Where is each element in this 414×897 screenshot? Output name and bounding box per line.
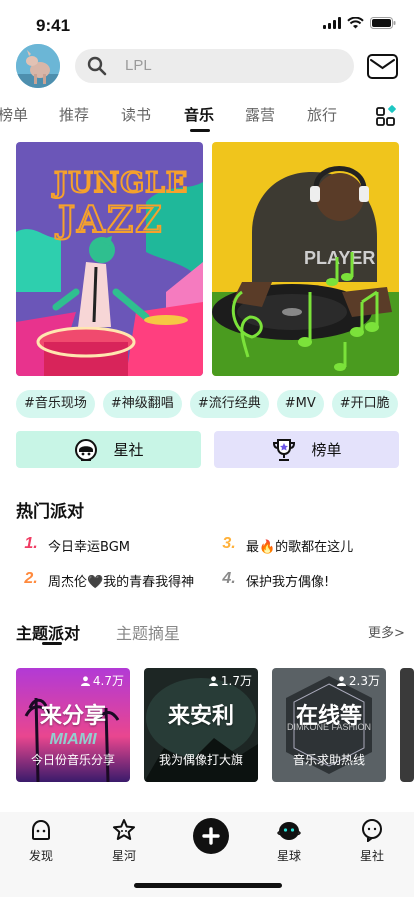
theme-card-partial[interactable] [400, 668, 414, 782]
battery-icon [370, 17, 396, 29]
plus-icon [202, 827, 220, 845]
discover-icon [32, 819, 50, 840]
card-member-count: 1.7万 [208, 672, 252, 689]
tab-music[interactable]: 音乐 [184, 104, 214, 125]
person-icon [80, 675, 90, 686]
star-community-label: 星社 [113, 441, 144, 459]
card-member-count: 2.3万 [336, 672, 380, 689]
card-bg-text: MIAMI [49, 731, 97, 748]
avatar[interactable] [16, 44, 60, 88]
banner-dj-player[interactable]: PLAYER [212, 142, 399, 376]
banner-left-line1: JUNGLE [51, 166, 188, 199]
nav-planet-label: 星球 [276, 849, 301, 863]
hot-party-item[interactable]: 4. 保护我方偶像! [214, 569, 329, 591]
hot-party-item[interactable]: 1. 今日幸运BGM [16, 534, 130, 556]
nav-star-river[interactable]: 星河 [94, 818, 154, 864]
star-community-icon [75, 438, 98, 461]
signal-icon [323, 17, 341, 29]
status-bar: 9:41 [0, 0, 414, 44]
active-tab-indicator [190, 129, 210, 132]
card-subtitle: 我为偶像打大旗 [158, 753, 243, 767]
ranking-label: 榜单 [311, 441, 342, 459]
ranking-button[interactable]: 榜单 [214, 431, 399, 468]
hot-party-item-text: 保护我方偶像! [246, 574, 330, 590]
theme-card-share[interactable]: MIAMI 4.7万 来分享 今日份音乐分享 [16, 668, 130, 782]
category-grid-icon[interactable] [376, 105, 398, 127]
tab-ranking[interactable]: 榜单 [0, 104, 28, 125]
rank-number: 4. [214, 569, 244, 591]
hashtag-chip[interactable]: #神级翻唱 [102, 390, 182, 418]
mail-icon[interactable] [367, 54, 398, 79]
theme-card-help[interactable]: DIMKONE FASHION 2.3万 在线等 音乐求助热线 [272, 668, 386, 782]
star-river-icon [113, 819, 135, 840]
hot-party-item-text: 最🔥的歌都在这儿 [246, 539, 354, 555]
rank-number: 2. [16, 569, 46, 591]
nav-star-community[interactable]: 星社 [342, 818, 402, 864]
rank-number: 3. [214, 534, 244, 556]
hashtag-chip[interactable]: #流行经典 [189, 390, 269, 418]
tab-recommend[interactable]: 推荐 [59, 104, 89, 125]
star-community-button[interactable]: 星社 [16, 431, 201, 468]
card-title: 来分享 [39, 704, 106, 729]
tab-reading[interactable]: 读书 [121, 104, 151, 125]
card-member-count: 4.7万 [80, 672, 124, 689]
home-indicator [134, 883, 282, 888]
banner-jungle-jazz[interactable]: JUNGLE JAZZ [16, 142, 203, 376]
person-icon [208, 675, 218, 686]
banner-right-text: PLAYER [304, 248, 375, 268]
hashtag-chip[interactable]: #开口脆 [331, 390, 398, 418]
nav-planet[interactable]: 星球 [259, 818, 319, 864]
hot-party-item-text: 周杰伦🖤我的青春我得神 [48, 574, 195, 590]
search-bar[interactable]: LPL [75, 49, 354, 83]
hashtag-row: #音乐现场 #神级翻唱 #流行经典 #MV #开口脆 [16, 390, 414, 418]
card-title: 来安利 [167, 704, 234, 729]
theme-card-recommend[interactable]: 1.7万 来安利 我为偶像打大旗 [144, 668, 258, 782]
tab-travel[interactable]: 旅行 [307, 104, 337, 125]
tab-theme-stars[interactable]: 主题摘星 [116, 620, 180, 644]
card-subtitle: 今日份音乐分享 [30, 753, 115, 767]
hashtag-chip[interactable]: #MV [276, 390, 324, 418]
card-subtitle: 音乐求助热线 [292, 753, 365, 767]
nav-star-river-label: 星河 [111, 849, 136, 863]
star-community-icon [362, 819, 382, 843]
more-link[interactable]: 更多> [368, 622, 405, 641]
trophy-icon [273, 438, 296, 461]
tab-theme-party[interactable]: 主题派对 [16, 620, 80, 644]
hot-party-item[interactable]: 3. 最🔥的歌都在这儿 [214, 534, 353, 556]
theme-tab-indicator [42, 642, 62, 645]
rank-number: 1. [16, 534, 46, 556]
wifi-icon [347, 17, 364, 29]
tab-camping[interactable]: 露营 [245, 104, 275, 125]
person-icon [336, 675, 346, 686]
hot-party-item[interactable]: 2. 周杰伦🖤我的青春我得神 [16, 569, 194, 591]
search-input[interactable]: LPL [125, 57, 152, 74]
status-icons [323, 17, 396, 29]
nav-discover-label: 发现 [28, 849, 53, 863]
card-title: 在线等 [295, 704, 362, 729]
create-button[interactable] [193, 818, 229, 854]
nav-discover[interactable]: 发现 [11, 818, 71, 864]
hashtag-chip[interactable]: #音乐现场 [16, 390, 95, 418]
status-time: 9:41 [36, 16, 71, 35]
hot-party-item-text: 今日幸运BGM [48, 539, 130, 555]
nav-star-community-label: 星社 [359, 849, 384, 863]
banner-left-line2: JAZZ [55, 199, 164, 241]
search-icon [87, 56, 107, 76]
hot-party-title: 热门派对 [16, 502, 84, 522]
planet-icon [277, 822, 301, 840]
